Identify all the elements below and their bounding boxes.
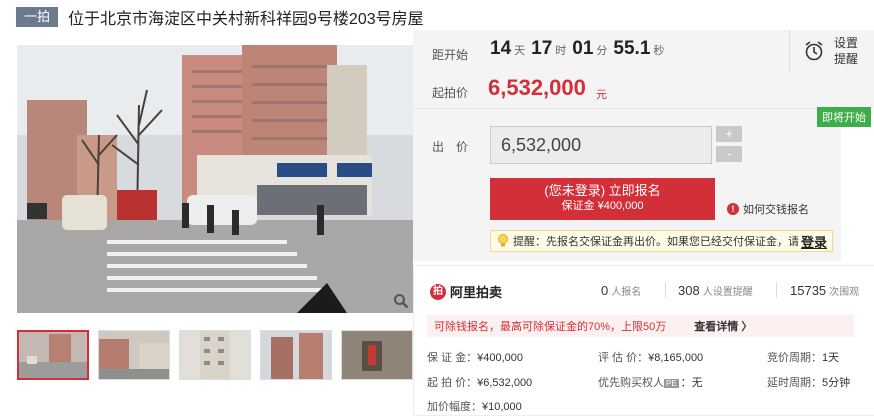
ali-auction-logo: 拍 阿里拍卖 — [430, 282, 502, 301]
signup-count: 0 人报名 — [601, 283, 641, 298]
divider — [776, 282, 777, 298]
tip-text: 提醒：先报名交保证金再出价。如果您已经交付保证金，请 — [513, 236, 799, 248]
bidding-cycle-label: 竞价周期： — [767, 352, 822, 364]
reminder-label-line1: 设置 — [834, 36, 859, 50]
view-count-label: 次围观 — [829, 287, 860, 298]
bidding-cycle-value: 1天 — [822, 352, 840, 364]
thumbnail-5[interactable] — [341, 330, 413, 380]
countdown-hours: 17 — [531, 38, 553, 59]
countdown-minutes: 01 — [572, 38, 594, 59]
decrease-bid-button[interactable]: - — [716, 146, 742, 162]
appraisal-info-label: 评 估 价： — [598, 352, 649, 364]
logo-text: 阿里拍卖 — [450, 285, 503, 300]
countdown-label: 距开始 — [432, 48, 469, 62]
increment-info: 加价幅度：¥10,000 — [427, 398, 522, 414]
street-scene-image — [17, 45, 413, 313]
alarm-clock-icon — [805, 41, 823, 61]
thumbnail-1[interactable] — [17, 330, 89, 380]
increment-value: ¥10,000 — [482, 401, 522, 413]
seconds-unit: 秒 — [653, 45, 665, 57]
signup-count-label: 人报名 — [611, 287, 642, 298]
start-price-info-label: 起 拍 价： — [427, 377, 478, 389]
reminder-count-value: 308 — [678, 283, 700, 298]
deposit-info-label: 保 证 金： — [427, 352, 478, 364]
deposit-loan-text: 可除钱报名，最高可除保证金的70%，上限50万 — [434, 321, 667, 333]
increment-label: 加价幅度： — [427, 401, 482, 413]
appraisal-info: 评 估 价：¥8,165,000 — [598, 349, 703, 365]
thumbnail-strip — [17, 330, 422, 380]
thumbnail-4[interactable] — [260, 330, 332, 380]
start-price-label: 起拍价 — [432, 86, 469, 100]
countdown-days: 14 — [490, 38, 512, 59]
title-row: 一拍 位于北京市海淀区中关村新科祥园9号楼203号房屋 — [16, 6, 424, 28]
start-price-info-value: ¥6,532,000 — [477, 377, 533, 389]
exclamation-icon: ! — [727, 203, 739, 215]
reminder-label: 设置 提醒 — [834, 35, 860, 67]
set-reminder-button[interactable]: 设置 提醒 — [789, 30, 874, 72]
deposit-info: 保 证 金：¥400,000 — [427, 349, 523, 365]
signup-button-label: (您未登录) 立即报名 — [544, 183, 661, 198]
deposit-loan-notice: 可除钱报名，最高可除保证金的70%，上限50万 查看详情 〉 — [427, 315, 854, 337]
bid-label: 出价 — [432, 140, 481, 154]
start-price-info: 起 拍 价：¥6,532,000 — [427, 374, 532, 390]
magnifier-icon[interactable] — [393, 293, 409, 309]
bid-price-input[interactable]: 6,532,000 — [490, 126, 712, 164]
view-details-link[interactable]: 查看详情 〉 — [694, 318, 752, 334]
deposit-info-value: ¥400,000 — [477, 352, 524, 364]
countdown-timer: 14 天 17 时 01 分 55.1 秒 — [490, 38, 670, 60]
divider — [665, 282, 666, 298]
appraisal-info-value: ¥8,165,000 — [648, 352, 704, 364]
delay-cycle-label: 延时周期： — [767, 377, 822, 389]
page-title: 位于北京市海淀区中关村新科祥园9号楼203号房屋 — [68, 11, 424, 28]
ali-auction-logo-icon: 拍 — [430, 283, 446, 300]
days-unit: 天 — [514, 45, 526, 57]
signup-deposit-label: 保证金 ¥400,000 — [561, 200, 644, 212]
start-price-value: 6,532,000 — [488, 75, 586, 100]
view-count-value: 15735 — [790, 283, 827, 298]
login-tip: 提醒：先报名交保证金再出价。如果您已经交付保证金，请 登录 — [490, 230, 833, 252]
hours-unit: 时 — [555, 45, 567, 57]
delay-cycle-info: 延时周期：5分钟 — [767, 374, 850, 390]
countdown-seconds: 55.1 — [613, 38, 651, 59]
reminder-count: 308 人设置提醒 — [678, 283, 753, 298]
start-price-unit: 元 — [596, 89, 607, 101]
minutes-unit: 分 — [596, 45, 608, 57]
priority-buyer-label: 优先购买权人 — [598, 377, 664, 389]
view-count: 15735 次围观 — [790, 283, 859, 298]
how-to-pay-text: 如何交钱报名 — [743, 204, 809, 216]
main-photo[interactable] — [17, 45, 413, 313]
bidding-cycle-info: 竞价周期：1天 — [767, 349, 839, 365]
status-badge: 即将开始 — [817, 107, 871, 127]
signup-count-value: 0 — [601, 283, 609, 298]
priority-buyer-info: 优先购买权人 PE ：无 — [598, 374, 703, 390]
signup-button[interactable]: (您未登录) 立即报名 保证金 ¥400,000 — [490, 178, 715, 220]
delay-cycle-value: 5分钟 — [822, 377, 851, 389]
reminder-count-label: 人设置提醒 — [702, 287, 753, 298]
priority-buyer-flag-icon[interactable]: PE — [664, 379, 679, 388]
auction-round-badge: 一拍 — [16, 7, 59, 27]
how-to-pay-link[interactable]: ! 如何交钱报名 — [727, 201, 809, 217]
reminder-label-line2: 提醒 — [834, 52, 859, 66]
lightbulb-icon — [498, 234, 508, 247]
priority-buyer-value: ：无 — [680, 377, 703, 389]
thumbnail-3[interactable] — [179, 330, 251, 380]
login-link[interactable]: 登录 — [801, 232, 827, 251]
increase-bid-button[interactable]: + — [716, 126, 742, 142]
thumbnail-2[interactable] — [98, 330, 170, 380]
